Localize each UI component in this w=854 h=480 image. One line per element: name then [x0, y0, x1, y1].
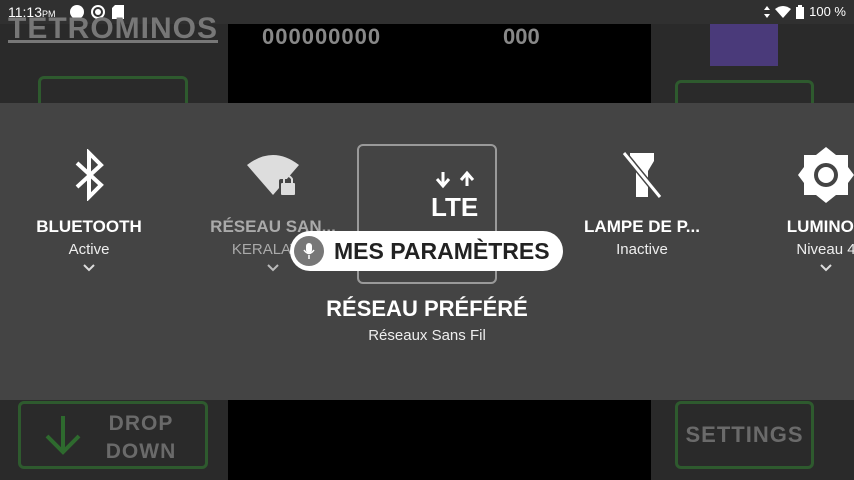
drop-down-label: DROP DOWN	[103, 410, 179, 466]
settings-button[interactable]: SETTINGS	[675, 401, 814, 469]
chevron-down-icon[interactable]	[82, 263, 96, 273]
tile-title: BLUETOOTH	[36, 217, 142, 236]
brightness-icon	[796, 145, 854, 205]
settings-label: SETTINGS	[685, 422, 804, 447]
battery-icon	[796, 4, 805, 19]
focused-tile-subtitle: Réseaux Sans Fil	[368, 327, 486, 344]
drop-label-line2: DOWN	[105, 440, 177, 463]
tile-title: LUMINOS	[786, 217, 854, 236]
tile-subtitle: Niveau 4	[796, 241, 854, 258]
lte-text: LTE	[431, 192, 478, 220]
bluetooth-icon	[59, 145, 119, 205]
battery-percent: 100 %	[809, 4, 846, 19]
lines-value: 000	[503, 24, 540, 49]
wifi-icon	[775, 5, 792, 18]
quick-settings-panel: BLUETOOTH Active RÉSEAU SAN... KERALAVIS…	[0, 103, 854, 400]
score-value: 000000000	[262, 24, 382, 49]
data-arrows-icon	[764, 5, 771, 18]
app-logo	[710, 24, 778, 66]
chevron-down-icon[interactable]	[266, 263, 280, 273]
tile-subtitle: Active	[68, 241, 110, 258]
status-right: 100 %	[764, 4, 846, 19]
chevron-down-icon[interactable]	[819, 263, 833, 273]
microphone-icon	[294, 236, 324, 266]
arrow-down-icon	[45, 416, 81, 455]
focused-tile-title: RÉSEAU PRÉFÉRÉ	[326, 296, 528, 321]
voice-access-chip[interactable]: MES PARAMÈTRES	[290, 231, 563, 271]
drop-label-line1: DROP	[108, 412, 174, 435]
tile-title: LAMPE DE P...	[584, 217, 700, 236]
game-title: TETROMINOS	[8, 12, 218, 45]
drop-down-button[interactable]: DROP DOWN	[18, 401, 208, 469]
wifi-lock-icon	[243, 145, 303, 205]
tile-subtitle: Inactive	[616, 241, 668, 258]
voice-chip-label: MES PARAMÈTRES	[334, 237, 550, 264]
flashlight-off-icon	[612, 145, 672, 205]
lte-icon: LTE	[431, 170, 478, 220]
